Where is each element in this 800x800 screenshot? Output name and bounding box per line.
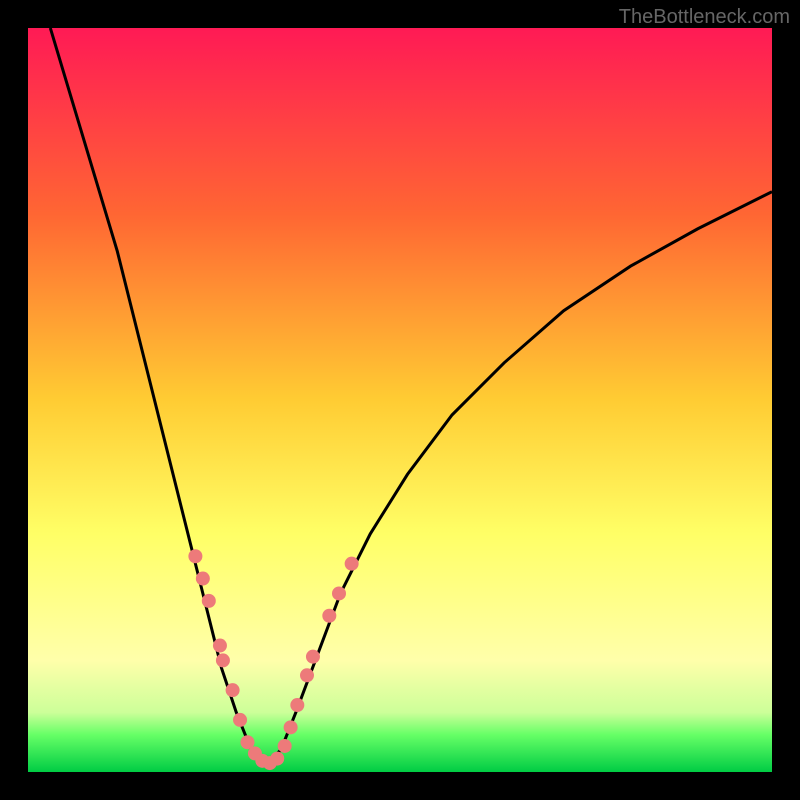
data-marker xyxy=(233,713,247,727)
data-marker xyxy=(290,698,304,712)
data-marker xyxy=(196,572,210,586)
data-marker xyxy=(300,668,314,682)
bottleneck-chart xyxy=(28,28,772,772)
gradient-background xyxy=(28,28,772,772)
data-marker xyxy=(202,594,216,608)
data-marker xyxy=(270,752,284,766)
data-marker xyxy=(226,683,240,697)
data-marker xyxy=(188,549,202,563)
data-marker xyxy=(345,557,359,571)
watermark-text: TheBottleneck.com xyxy=(619,6,790,29)
data-marker xyxy=(216,653,230,667)
data-marker xyxy=(213,639,227,653)
data-marker xyxy=(332,586,346,600)
data-marker xyxy=(278,739,292,753)
data-marker xyxy=(306,650,320,664)
data-marker xyxy=(284,720,298,734)
chart-svg xyxy=(28,28,772,772)
data-marker xyxy=(322,609,336,623)
